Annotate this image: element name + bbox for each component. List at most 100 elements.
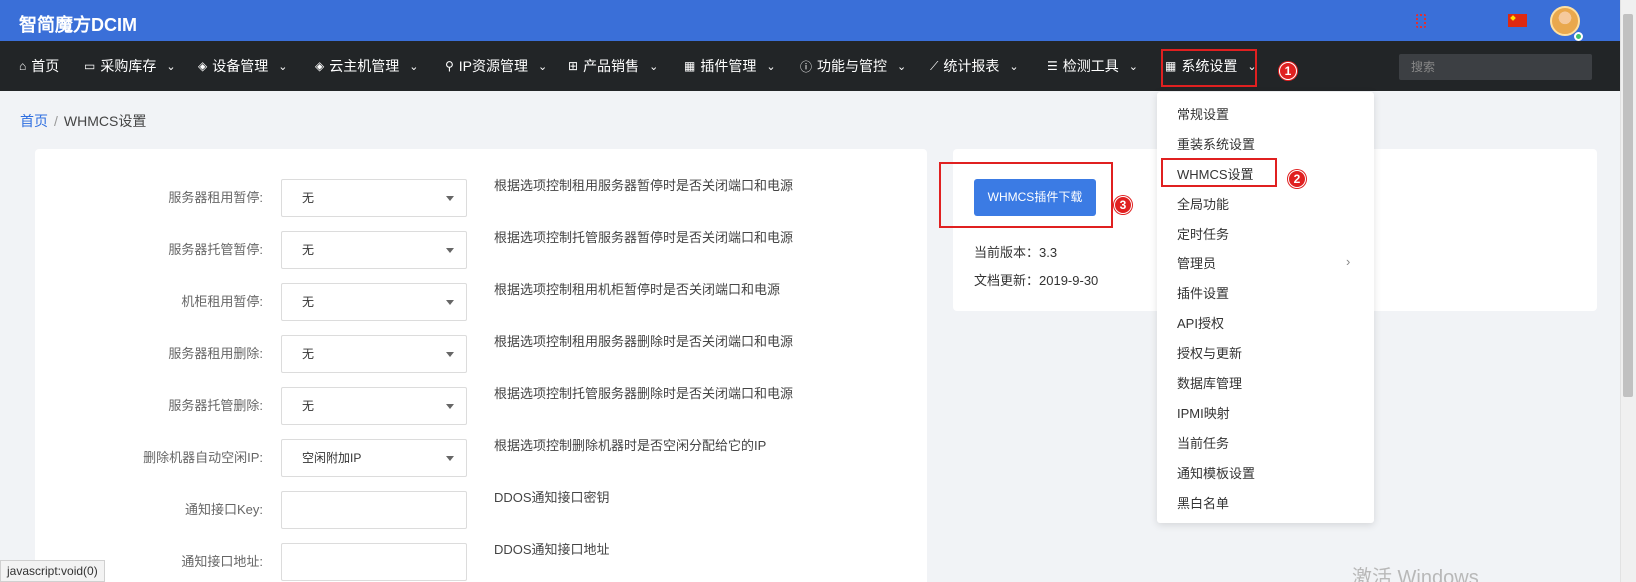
language-flag-icon[interactable] (1416, 14, 1426, 28)
whmcs-plugin-download-button[interactable]: WHMCS插件下载 (974, 179, 1096, 216)
highlight-box-system-settings (1161, 49, 1257, 87)
line-chart-icon: ⟋ (930, 58, 939, 73)
scrollbar-thumb[interactable] (1623, 14, 1633, 397)
nav-purchase-inventory[interactable]: ▭ 采购库存 ⌄ (84, 41, 176, 91)
form-row-server-rent-delete: 服务器租用删除: 无 根据选项控制租用服务器删除时是否关闭端口和电源 (35, 334, 927, 373)
cube-icon: ◈ (315, 59, 325, 73)
nav-plugin-management[interactable]: ▦ 插件管理 ⌄ (684, 41, 776, 91)
caret-down-icon (446, 404, 454, 409)
caret-down-icon (446, 352, 454, 357)
search-input[interactable] (1399, 54, 1592, 80)
nav-ip-resources[interactable]: ⚲ IP资源管理 ⌄ (445, 41, 547, 91)
chevron-down-icon: ⌄ (409, 60, 419, 73)
auto-free-ip-select[interactable]: 空闲附加IP (281, 439, 467, 477)
callout-2: 2 (1288, 170, 1306, 188)
menu-item-plugin-settings[interactable]: 插件设置 (1177, 283, 1229, 302)
menu-item-current-tasks[interactable]: 当前任务 (1177, 433, 1229, 452)
select-value: 无 (302, 243, 315, 257)
windows-activation-watermark: 激活 Windows (1352, 567, 1479, 582)
form-label: 服务器托管暂停: (168, 242, 263, 257)
cart-icon: ⊞ (568, 59, 579, 73)
highlight-box-whmcs-settings (1161, 158, 1277, 187)
menu-item-reinstall-settings[interactable]: 重装系统设置 (1177, 134, 1255, 153)
version-info: 当前版本：3.3 (974, 242, 1057, 261)
select-value: 无 (302, 399, 315, 413)
chevron-down-icon: ⌄ (1009, 60, 1019, 73)
chevron-down-icon: ⌄ (649, 60, 659, 73)
form-help-text: 根据选项控制托管服务器删除时是否关闭端口和电源 (494, 386, 794, 401)
nav-cloud-host[interactable]: ◈ 云主机管理 ⌄ (315, 41, 418, 91)
form-help-text: DDOS通知接口密钥 (494, 490, 610, 505)
chevron-down-icon: ⌄ (766, 60, 776, 73)
chevron-down-icon: ⌄ (897, 60, 907, 73)
nav-label: 检测工具 (1062, 58, 1119, 74)
server-hosting-suspend-select[interactable]: 无 (281, 231, 467, 269)
form-label: 服务器托管删除: (168, 398, 263, 413)
nav-label: 设备管理 (212, 58, 269, 74)
form-help-text: 根据选项控制删除机器时是否空闲分配给它的IP (494, 438, 767, 453)
notify-url-input[interactable] (281, 543, 467, 581)
menu-item-api-authorization[interactable]: API授权 (1177, 313, 1224, 332)
nav-product-sales[interactable]: ⊞ 产品销售 ⌄ (568, 41, 658, 91)
form-label: 服务器租用暂停: (168, 190, 263, 205)
nav-label: IP资源管理 (458, 58, 529, 74)
form-row-notify-url: 通知接口地址: DDOS通知接口地址 (35, 542, 927, 581)
callout-1: 1 (1279, 62, 1297, 80)
form-label: 服务器租用删除: (168, 346, 263, 361)
nav-label: 采购库存 (100, 58, 157, 74)
nav-label: 功能与管控 (817, 58, 888, 74)
menu-item-license-update[interactable]: 授权与更新 (1177, 343, 1242, 362)
caret-down-icon (446, 196, 454, 201)
select-value: 无 (302, 191, 315, 205)
menu-item-scheduled-tasks[interactable]: 定时任务 (1177, 224, 1229, 243)
cabinet-rent-suspend-select[interactable]: 无 (281, 283, 467, 321)
nav-device-management[interactable]: ◈ 设备管理 ⌄ (198, 41, 287, 91)
grid-icon: ▦ (684, 59, 696, 73)
nav-statistics[interactable]: ⟋ 统计报表 ⌄ (930, 41, 1019, 91)
china-flag-icon[interactable] (1508, 14, 1527, 27)
caret-down-icon (446, 248, 454, 253)
menu-item-administrators[interactable]: 管理员 (1177, 253, 1216, 272)
notify-key-input[interactable] (281, 491, 467, 529)
nav-label: 云主机管理 (329, 58, 400, 74)
menu-item-black-white-list[interactable]: 黑白名单 (1177, 493, 1229, 512)
menu-item-notification-templates[interactable]: 通知模板设置 (1177, 463, 1255, 482)
form-row-server-hosting-delete: 服务器托管删除: 无 根据选项控制托管服务器删除时是否关闭端口和电源 (35, 386, 927, 425)
caret-down-icon (446, 300, 454, 305)
menu-item-general-settings[interactable]: 常规设置 (1177, 104, 1229, 123)
breadcrumb-separator: / (54, 113, 58, 129)
brand-logo-text[interactable]: 智简魔方DCIM (19, 11, 137, 37)
form-label: 删除机器自动空闲IP: (143, 450, 263, 465)
nav-label: 产品销售 (583, 58, 640, 74)
form-row-server-rent-suspend: 服务器租用暂停: 无 根据选项控制租用服务器暂停时是否关闭端口和电源 (35, 178, 927, 217)
callout-3: 3 (1114, 196, 1132, 214)
map-marker-icon: ⚲ (445, 59, 454, 73)
version-value: 3.3 (1039, 245, 1058, 260)
form-help-text: 根据选项控制托管服务器暂停时是否关闭端口和电源 (494, 230, 794, 245)
home-icon: ⌂ (19, 59, 27, 73)
breadcrumb: 首页 / WHMCS设置 (20, 111, 146, 131)
version-label: 当前版本： (974, 245, 1040, 260)
browser-status-bar: javascript:void(0) (0, 560, 105, 582)
form-help-text: 根据选项控制租用机柜暂停时是否关闭端口和电源 (494, 282, 781, 297)
server-rent-delete-select[interactable]: 无 (281, 335, 467, 373)
nav-function-control[interactable]: ⓘ 功能与管控 ⌄ (800, 41, 906, 91)
menu-item-ipmi-mapping[interactable]: IPMI映射 (1177, 403, 1230, 422)
nav-detection-tools[interactable]: ☰ 检测工具 ⌄ (1047, 41, 1138, 91)
form-row-server-hosting-suspend: 服务器托管暂停: 无 根据选项控制托管服务器暂停时是否关闭端口和电源 (35, 230, 927, 269)
menu-item-global-functions[interactable]: 全局功能 (1177, 194, 1229, 213)
chevron-down-icon: ⌄ (538, 60, 548, 73)
server-hosting-delete-select[interactable]: 无 (281, 387, 467, 425)
nav-home[interactable]: ⌂ 首页 (19, 41, 59, 91)
top-header (0, 0, 1620, 41)
caret-down-icon (446, 456, 454, 461)
updated-value: 2019-9-30 (1039, 273, 1099, 288)
updated-label: 文档更新： (974, 273, 1040, 288)
nav-label: 首页 (31, 58, 60, 74)
server-rent-suspend-select[interactable]: 无 (281, 179, 467, 217)
form-help-text: 根据选项控制租用服务器暂停时是否关闭端口和电源 (494, 178, 794, 193)
menu-item-database-management[interactable]: 数据库管理 (1177, 373, 1242, 392)
breadcrumb-home-link[interactable]: 首页 (20, 113, 48, 129)
form-row-notify-key: 通知接口Key: DDOS通知接口密钥 (35, 490, 927, 529)
info-icon: ⓘ (800, 59, 813, 74)
